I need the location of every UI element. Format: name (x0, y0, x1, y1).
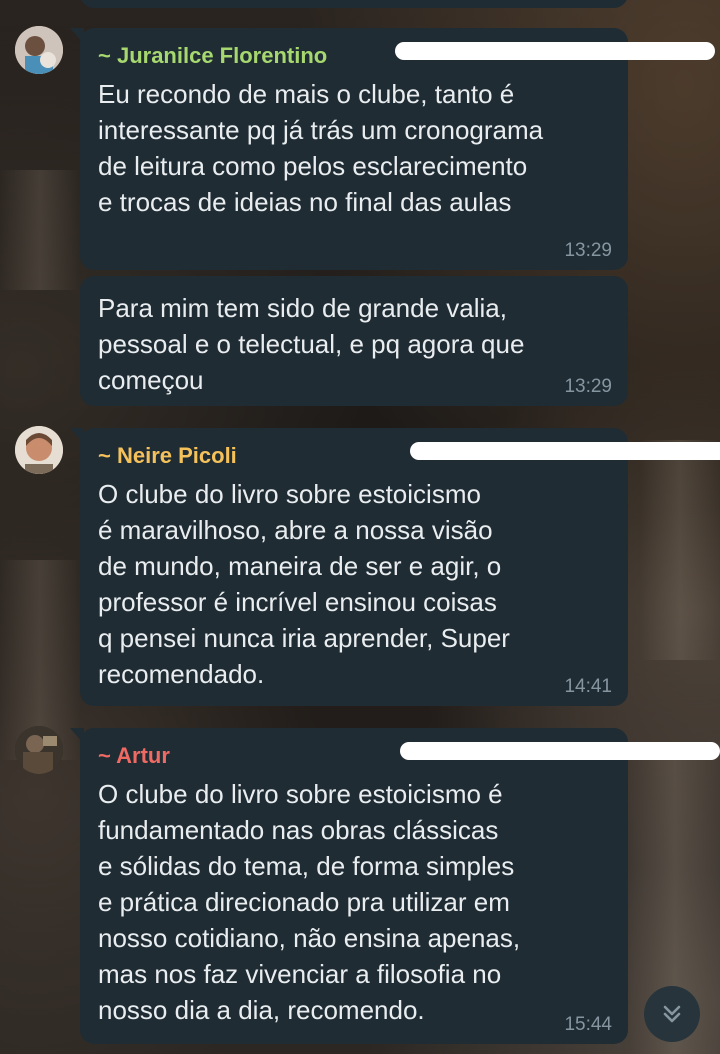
message-bubble[interactable]: ~ Artur O clube do livro sobre estoicism… (70, 728, 720, 1044)
bubble-tail (70, 28, 84, 44)
message-text: Para mim tem sido de grande valia, pesso… (98, 293, 525, 395)
message-text: O clube do livro sobre estoicismo é fund… (98, 779, 521, 1025)
message-bubble[interactable]: Para mim tem sido de grande valia, pesso… (80, 276, 628, 406)
avatar[interactable] (15, 426, 63, 474)
wallpaper-column (640, 440, 720, 660)
message-time: 13:29 (564, 240, 612, 261)
message-bubble[interactable]: ~ Neire Picoli O clube do livro sobre es… (70, 428, 720, 706)
message-time: 13:29 (564, 376, 612, 397)
user-avatar-icon (15, 426, 63, 474)
wallpaper-column (0, 170, 80, 290)
redacted-phone (410, 442, 720, 460)
avatar[interactable] (15, 26, 63, 74)
bubble-tail (70, 728, 84, 744)
bubble-tail (70, 428, 84, 444)
user-avatar-icon (15, 26, 63, 74)
message-time: 15:44 (564, 1014, 612, 1035)
message-text: O clube do livro sobre estoicismo é mara… (98, 479, 510, 689)
previous-message-bubble[interactable] (80, 0, 628, 8)
message-bubble[interactable]: ~ Juranilce Florentino Eu recondo de mai… (70, 28, 715, 270)
double-chevron-down-icon (663, 1005, 681, 1023)
message-text: Eu recondo de mais o clube, tanto é inte… (98, 79, 544, 217)
redacted-phone (400, 742, 720, 760)
avatar[interactable] (15, 726, 63, 774)
user-avatar-icon (15, 726, 63, 774)
scroll-to-bottom-button[interactable] (644, 986, 700, 1042)
redacted-phone (395, 42, 715, 60)
message-time: 14:41 (564, 676, 612, 697)
